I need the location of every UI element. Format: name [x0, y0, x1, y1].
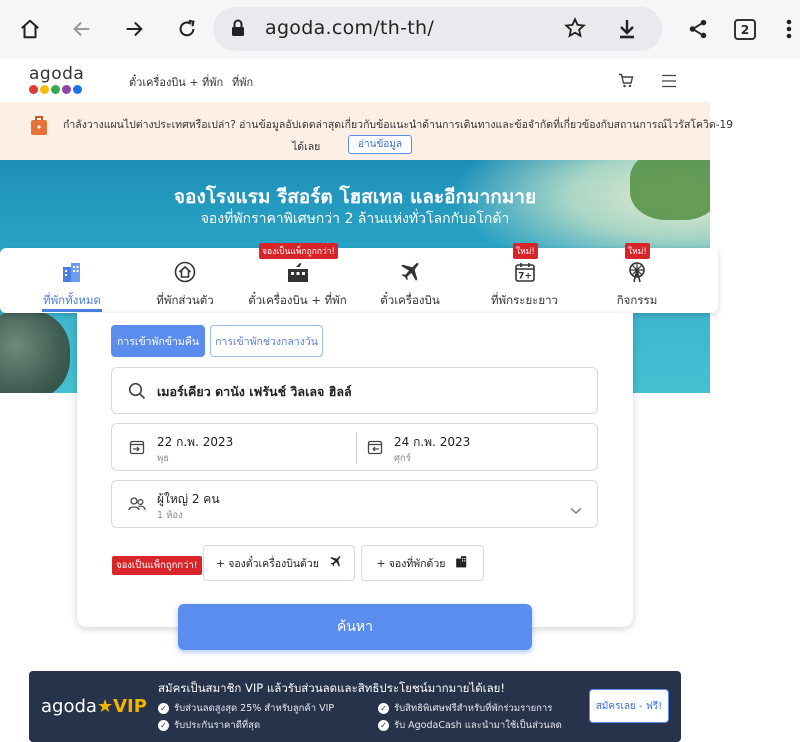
check-icon: ✓: [158, 720, 169, 731]
vip-benefit: ✓ รับส่วนลดสูงสุด 25% สำหรับลูกค้า VIP: [158, 701, 334, 716]
search-form: การเข้าพักข้ามคืน การเข้าพักช่วงกลางวัน …: [77, 313, 633, 627]
plane-icon: [399, 260, 421, 284]
vip-benefit: ✓ รับประกันราคาดีที่สุด: [158, 718, 260, 733]
site-header: agoda ตั๋วเครื่องบิน + ที่พัก ที่พัก: [0, 58, 710, 102]
add-flight-button[interactable]: + จองตั๋วเครื่องบินด้วย: [203, 545, 355, 581]
hero-subtitle: จองที่พักราคาพิเศษกว่า 2 ล้านแห่งทั่วโลก…: [200, 211, 510, 227]
nav-link-hotels[interactable]: ที่พัก: [232, 73, 253, 91]
hamburger-menu-icon[interactable]: [661, 73, 677, 92]
tab-label: ที่พักทั้งหมด: [43, 293, 101, 307]
tab-switcher-button[interactable]: 2: [734, 19, 756, 40]
plane-icon: [329, 555, 342, 571]
notice-text: กำลังวางแผนไปต่างประเทศหรือเปล่า? อ่านข้…: [63, 119, 733, 131]
checkout-date-field[interactable]: 24 ก.พ. 2023 ศุกร์: [357, 424, 597, 470]
star-icon: ★: [96, 696, 114, 717]
url-text: agoda.com/th-th/: [265, 17, 435, 39]
tab-label: ที่พักระยะยาว: [490, 293, 559, 307]
destination-value: เมอร์เคียว ดานัง เฟรันช์ วิลเลจ ฮิลล์: [157, 384, 352, 399]
vip-benefit: ✓ รับสิทธิพิเศษฟรีสำหรับที่พักร่วมรายการ: [378, 701, 552, 716]
package-cheaper-badge: จองเป็นแพ็กถูกกว่า!: [112, 556, 202, 575]
chevron-down-icon: [570, 500, 582, 519]
travel-advisory-notice: กำลังวางแผนไปต่างประเทศหรือเปล่า? อ่านข้…: [0, 102, 733, 160]
share-icon[interactable]: [681, 12, 715, 46]
check-icon: ✓: [158, 703, 169, 714]
vip-banner: agoda★VIP สมัครเป็นสมาชิก VIP แล้วรับส่ว…: [29, 671, 681, 742]
destination-input[interactable]: เมอร์เคียว ดานัง เฟรันช์ วิลเลจ ฮิลล์: [111, 367, 598, 414]
svg-text:7+: 7+: [518, 272, 532, 282]
new-badge: ใหม่!: [513, 243, 538, 259]
guests-count: ผู้ใหญ่ 2 คน: [157, 492, 220, 506]
read-info-button[interactable]: อ่านข้อมูล: [348, 135, 412, 154]
home-icon: [174, 260, 196, 284]
people-icon: [128, 496, 146, 516]
forward-icon[interactable]: [117, 12, 151, 46]
cart-icon[interactable]: [618, 73, 634, 92]
checkin-date: 22 ก.พ. 2023: [157, 435, 234, 449]
date-range-picker: 22 ก.พ. 2023 พุธ 24 ก.พ. 2023 ศุกร์: [111, 423, 598, 471]
browser-toolbar: agoda.com/th-th/ 2: [0, 0, 800, 58]
calendar-7-icon: 7+: [514, 260, 536, 284]
checkin-day: พุธ: [157, 453, 170, 464]
vip-signup-button[interactable]: สมัครเลย - ฟรี!: [589, 689, 669, 723]
checkout-date: 24 ก.พ. 2023: [394, 435, 471, 449]
reload-icon[interactable]: [170, 12, 204, 46]
day-use-stay-toggle[interactable]: การเข้าพักช่วงกลางวัน: [210, 325, 323, 357]
ferris-wheel-icon: [626, 260, 648, 284]
download-icon[interactable]: [617, 18, 637, 44]
tab-label: ตั๋วเครื่องบิน + ที่พัก: [248, 293, 347, 307]
bookmark-star-icon[interactable]: [564, 17, 586, 43]
building-icon: [455, 555, 468, 571]
more-menu-icon[interactable]: [772, 12, 800, 46]
vip-title: สมัครเป็นสมาชิก VIP แล้วรับส่วนลดและสิทธ…: [158, 681, 505, 695]
guests-selector[interactable]: ผู้ใหญ่ 2 คน 1 ห้อง: [111, 480, 598, 528]
back-icon[interactable]: [65, 12, 99, 46]
suitcase-icon: [29, 114, 49, 140]
checkout-calendar-icon: [367, 439, 383, 459]
tab-label: ที่พักส่วนตัว: [156, 293, 214, 307]
vip-benefit: ✓ รับ AgodaCash และนำมาใช้เป็นส่วนลด: [378, 718, 562, 733]
tab-private-homes[interactable]: ที่พักส่วนตัว: [150, 248, 220, 313]
agoda-vip-logo: agoda★VIP: [41, 696, 147, 717]
search-icon: [128, 382, 146, 404]
tab-flights[interactable]: ตั๋วเครื่องบิน: [375, 248, 445, 313]
rooms-count: 1 ห้อง: [157, 510, 183, 521]
nav-link-flight-hotel[interactable]: ตั๋วเครื่องบิน + ที่พัก: [129, 73, 223, 91]
checkout-day: ศุกร์: [394, 453, 411, 464]
checkin-date-field[interactable]: 22 ก.พ. 2023 พุธ: [112, 424, 356, 470]
lock-icon: [231, 19, 245, 41]
check-icon: ✓: [378, 720, 389, 731]
tab-label: กิจกรรม: [616, 293, 658, 307]
tab-all-hotels[interactable]: ที่พักทั้งหมด: [42, 248, 102, 313]
active-tab-indicator: [42, 309, 102, 312]
check-icon: ✓: [378, 703, 389, 714]
search-button[interactable]: ค้นหา: [178, 604, 532, 650]
overnight-stay-toggle[interactable]: การเข้าพักข้ามคืน: [111, 325, 205, 357]
address-bar[interactable]: agoda.com/th-th/: [213, 7, 662, 51]
checkin-calendar-icon: [129, 439, 145, 459]
add-hotel-button[interactable]: + จองที่พักด้วย: [361, 545, 484, 581]
package-cheaper-badge: จองเป็นแพ็กถูกกว่า!: [259, 243, 338, 259]
category-tabs: ที่พักทั้งหมด ที่พักส่วนตัว ตั๋วเครื่องบ…: [0, 243, 718, 313]
flight-hotel-icon: [286, 260, 310, 284]
building-icon: [61, 260, 83, 284]
tab-label: ตั๋วเครื่องบิน: [380, 293, 440, 307]
home-icon[interactable]: [13, 12, 47, 46]
new-badge: ใหม่!: [625, 243, 650, 259]
notice-text-end: ได้เลย: [292, 141, 321, 153]
